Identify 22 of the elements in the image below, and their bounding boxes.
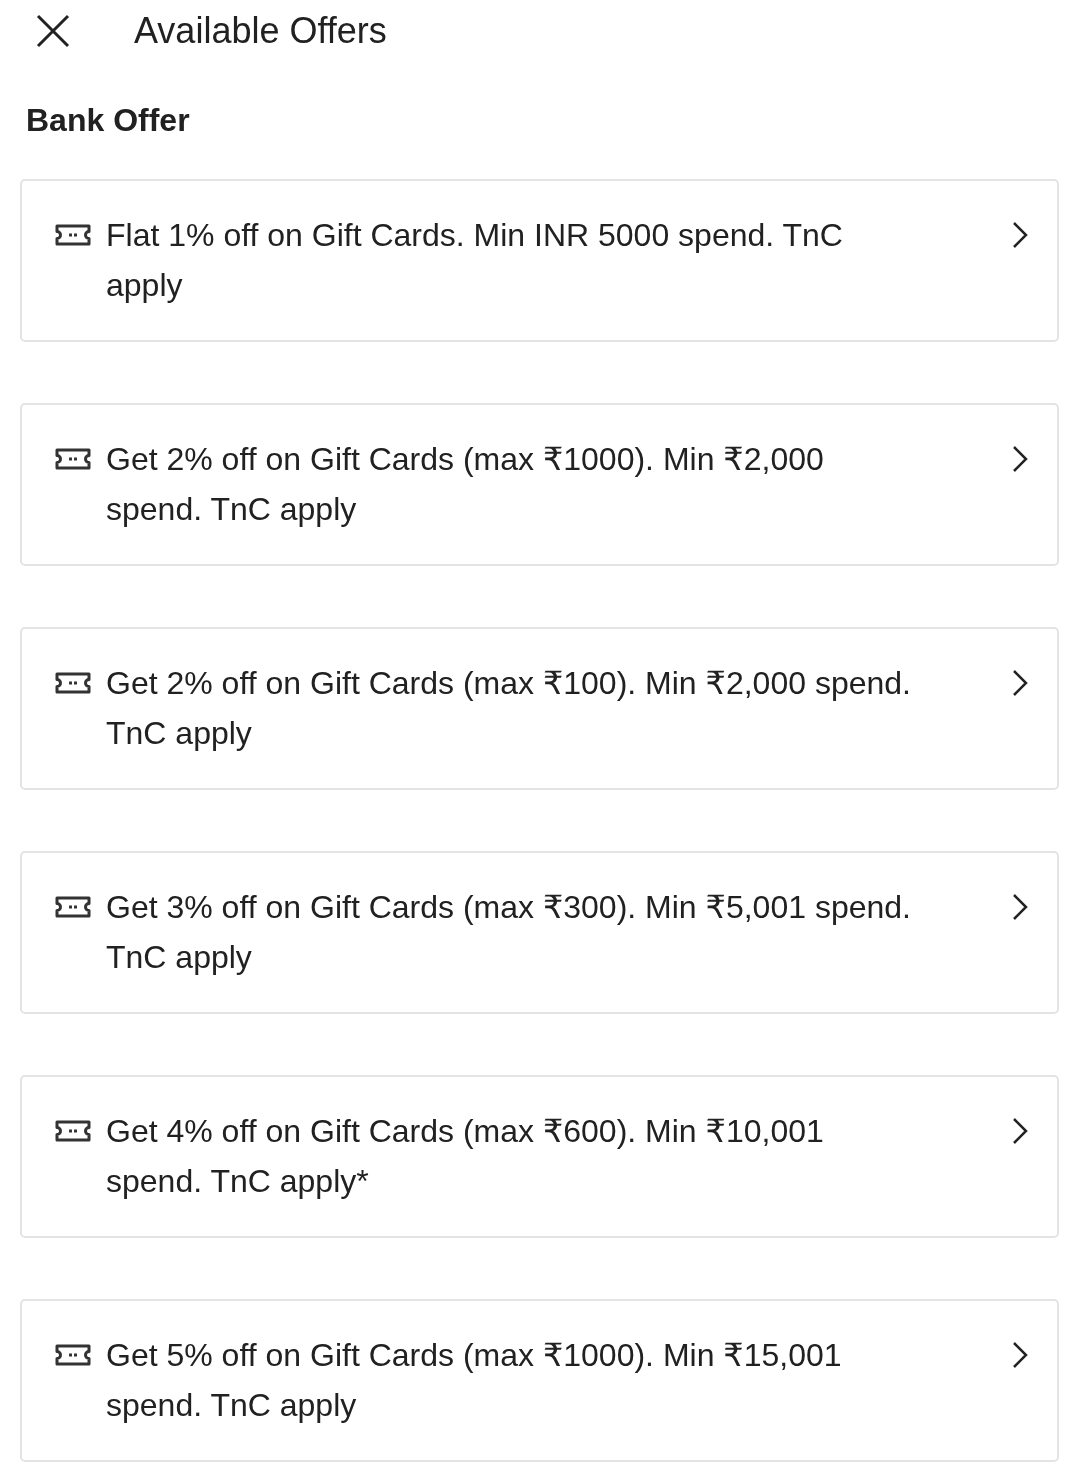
chevron-right-icon — [1011, 892, 1029, 922]
ticket-icon — [54, 447, 92, 471]
chevron-right-icon — [1011, 1116, 1029, 1146]
chevron-right-icon — [1011, 1340, 1029, 1370]
chevron-right-icon — [1011, 444, 1029, 474]
offer-card[interactable]: Flat 1% off on Gift Cards. Min INR 5000 spend. TnC apply — [20, 179, 1059, 342]
offer-card[interactable]: Get 2% off on Gift Cards (max ₹100). Min ₹2,000 spend. TnC apply — [20, 627, 1059, 790]
ticket-icon — [54, 671, 92, 695]
ticket-icon — [54, 223, 92, 247]
offer-card[interactable]: Get 3% off on Gift Cards (max ₹300). Min ₹5,001 spend. TnC apply — [20, 851, 1059, 1014]
page-title: Available Offers — [134, 10, 387, 52]
ticket-icon — [54, 895, 92, 919]
close-button[interactable] — [34, 12, 72, 50]
close-icon — [36, 14, 70, 48]
offer-card[interactable]: Get 5% off on Gift Cards (max ₹1000). Min ₹15,001 spend. TnC apply — [20, 1299, 1059, 1462]
ticket-icon — [54, 1343, 92, 1367]
chevron-right-icon — [1011, 220, 1029, 250]
section-title: Bank Offer — [26, 102, 191, 139]
offer-card[interactable]: Get 2% off on Gift Cards (max ₹1000). Min ₹2,000 spend. TnC apply — [20, 403, 1059, 566]
ticket-icon — [54, 1119, 92, 1143]
chevron-right-icon — [1011, 668, 1029, 698]
offer-card[interactable]: Get 4% off on Gift Cards (max ₹600). Min ₹10,001 spend. TnC apply* — [20, 1075, 1059, 1238]
